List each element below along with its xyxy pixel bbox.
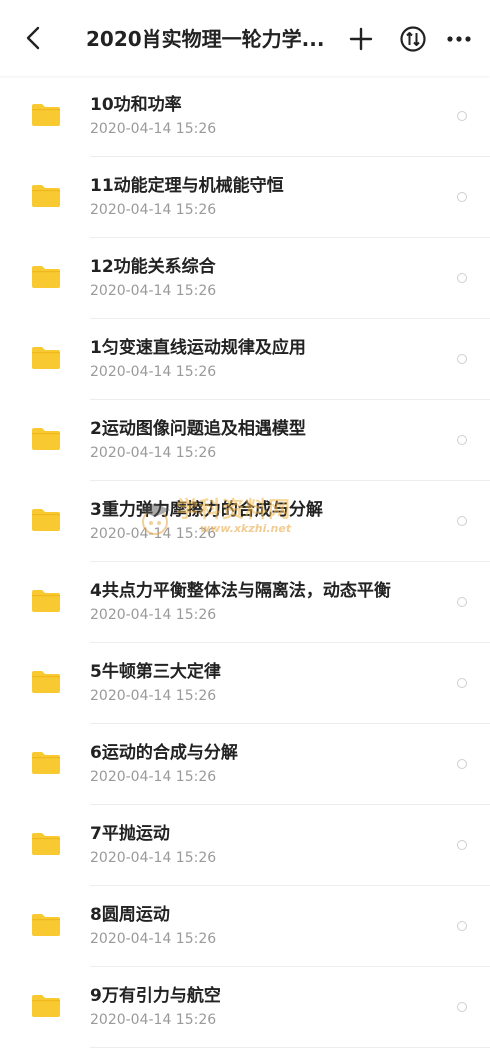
folder-icon [32, 509, 60, 531]
folder-icon [32, 428, 60, 450]
file-name: 6运动的合成与分解 [90, 743, 238, 763]
file-name: 3重力弹力摩擦力的合成与分解 [90, 500, 323, 520]
folder-icon [32, 590, 60, 612]
select-radio[interactable] [457, 435, 467, 445]
select-radio[interactable] [457, 921, 467, 931]
folder-icon [32, 833, 60, 855]
file-name: 5牛顿第三大定律 [90, 662, 221, 682]
select-radio[interactable] [457, 273, 467, 283]
list-item[interactable]: 6运动的合成与分解 2020-04-14 15:26 [0, 724, 490, 805]
select-radio[interactable] [457, 840, 467, 850]
select-radio[interactable] [457, 678, 467, 688]
select-radio[interactable] [457, 1002, 467, 1012]
list-item[interactable]: 3重力弹力摩擦力的合成与分解 2020-04-14 15:26 [0, 481, 490, 562]
file-date: 2020-04-14 15:26 [90, 364, 217, 380]
folder-icon [32, 104, 60, 126]
file-date: 2020-04-14 15:26 [90, 202, 217, 218]
list-item[interactable]: 11动能定理与机械能守恒 2020-04-14 15:26 [0, 157, 490, 238]
plus-icon[interactable] [346, 24, 376, 54]
file-name: 10功和功率 [90, 95, 182, 115]
file-name: 8圆周运动 [90, 905, 170, 925]
list-item[interactable]: 4共点力平衡整体法与隔离法，动态平衡 2020-04-14 15:26 [0, 562, 490, 643]
list-item[interactable]: 9万有引力与航空 2020-04-14 15:26 [0, 967, 490, 1048]
select-radio[interactable] [457, 354, 467, 364]
list-item[interactable]: 2运动图像问题追及相遇模型 2020-04-14 15:26 [0, 400, 490, 481]
file-date: 2020-04-14 15:26 [90, 1012, 217, 1028]
folder-icon [32, 266, 60, 288]
folder-icon [32, 347, 60, 369]
select-radio[interactable] [457, 192, 467, 202]
folder-icon [32, 185, 60, 207]
more-horizontal-icon[interactable] [444, 24, 474, 54]
file-name: 12功能关系综合 [90, 257, 216, 277]
file-name: 7平抛运动 [90, 824, 170, 844]
file-date: 2020-04-14 15:26 [90, 607, 217, 623]
sort-arrows-icon[interactable] [398, 24, 428, 54]
file-date: 2020-04-14 15:26 [90, 283, 217, 299]
file-date: 2020-04-14 15:26 [90, 526, 217, 542]
folder-icon [32, 914, 60, 936]
file-list: 10功和功率 2020-04-14 15:26 11动能定理与机械能守恒 202… [0, 76, 490, 1048]
select-radio[interactable] [457, 597, 467, 607]
list-item[interactable]: 12功能关系综合 2020-04-14 15:26 [0, 238, 490, 319]
list-item[interactable]: 8圆周运动 2020-04-14 15:26 [0, 886, 490, 967]
folder-icon [32, 752, 60, 774]
file-date: 2020-04-14 15:26 [90, 445, 217, 461]
select-radio[interactable] [457, 759, 467, 769]
file-date: 2020-04-14 15:26 [90, 931, 217, 947]
list-item[interactable]: 7平抛运动 2020-04-14 15:26 [0, 805, 490, 886]
folder-icon [32, 995, 60, 1017]
file-name: 1匀变速直线运动规律及应用 [90, 338, 306, 358]
file-name: 4共点力平衡整体法与隔离法，动态平衡 [90, 581, 391, 601]
list-item[interactable]: 1匀变速直线运动规律及应用 2020-04-14 15:26 [0, 319, 490, 400]
file-date: 2020-04-14 15:26 [90, 850, 217, 866]
chevron-left-icon[interactable] [20, 24, 48, 52]
file-date: 2020-04-14 15:26 [90, 688, 217, 704]
list-item[interactable]: 10功和功率 2020-04-14 15:26 [0, 76, 490, 157]
list-item[interactable]: 5牛顿第三大定律 2020-04-14 15:26 [0, 643, 490, 724]
file-date: 2020-04-14 15:26 [90, 769, 217, 785]
page-title: 2020肖实物理一轮力学... [86, 27, 325, 51]
file-name: 2运动图像问题追及相遇模型 [90, 419, 306, 439]
folder-icon [32, 671, 60, 693]
file-name: 9万有引力与航空 [90, 986, 221, 1006]
file-date: 2020-04-14 15:26 [90, 121, 217, 137]
top-app-bar: 2020肖实物理一轮力学... [0, 0, 490, 76]
select-radio[interactable] [457, 516, 467, 526]
select-radio[interactable] [457, 111, 467, 121]
file-name: 11动能定理与机械能守恒 [90, 176, 284, 196]
